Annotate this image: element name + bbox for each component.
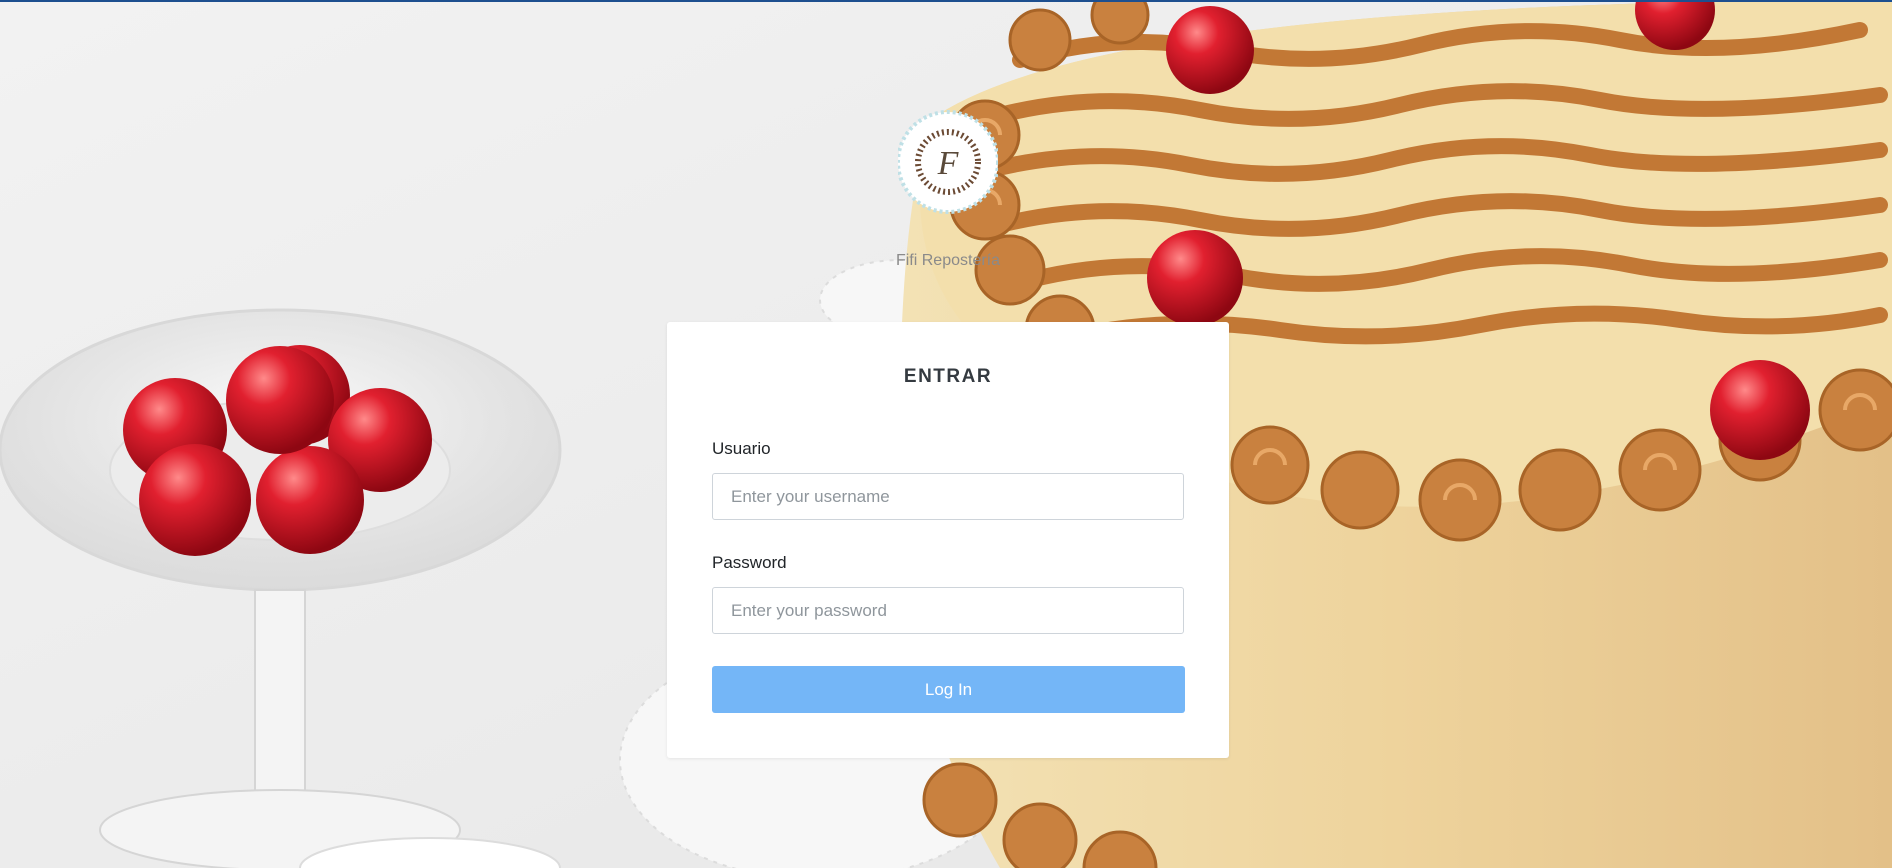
brand-logo: F (896, 106, 1000, 216)
username-input[interactable] (712, 473, 1184, 520)
logo-letter: F (937, 145, 960, 182)
password-input[interactable] (712, 587, 1184, 634)
login-button[interactable]: Log In (712, 666, 1185, 713)
brand-name: Fifi Repostería (895, 252, 1001, 269)
login-page: F Fifi Repostería ENTRAR Usuario Passwor… (0, 0, 1892, 868)
password-label: Password (712, 553, 787, 572)
login-title: ENTRAR (903, 366, 993, 387)
login-card: ENTRAR Usuario Password Log In (667, 322, 1229, 758)
top-accent-line (0, 0, 1892, 2)
username-label: Usuario (712, 439, 771, 458)
